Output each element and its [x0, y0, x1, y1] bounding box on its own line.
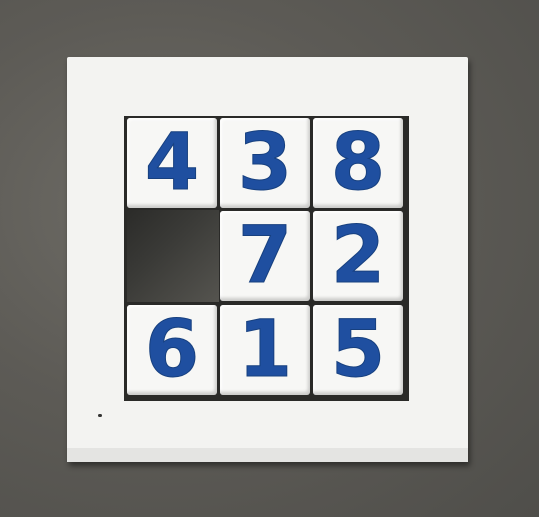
tile-3[interactable]: 3 — [220, 118, 310, 208]
tile-2[interactable]: 2 — [313, 211, 403, 301]
tile-4[interactable]: 4 — [127, 118, 217, 208]
tile-7[interactable]: 7 — [220, 211, 310, 301]
frame-mark — [98, 414, 102, 417]
tile-number: 2 — [330, 211, 386, 301]
empty-slot — [127, 210, 219, 302]
tile-number: 7 — [237, 211, 293, 301]
tile-1[interactable]: 1 — [220, 305, 310, 395]
tile-number: 8 — [330, 118, 386, 208]
tile-5[interactable]: 5 — [313, 305, 403, 395]
tile-number: 3 — [237, 118, 293, 208]
tile-number: 4 — [144, 118, 200, 208]
tile-number: 5 — [330, 305, 386, 395]
tile-number: 6 — [144, 305, 200, 395]
tile-6[interactable]: 6 — [127, 305, 217, 395]
tile-number: 1 — [237, 305, 293, 395]
tile-8[interactable]: 8 — [313, 118, 403, 208]
frame-bottom-edge — [67, 448, 468, 462]
